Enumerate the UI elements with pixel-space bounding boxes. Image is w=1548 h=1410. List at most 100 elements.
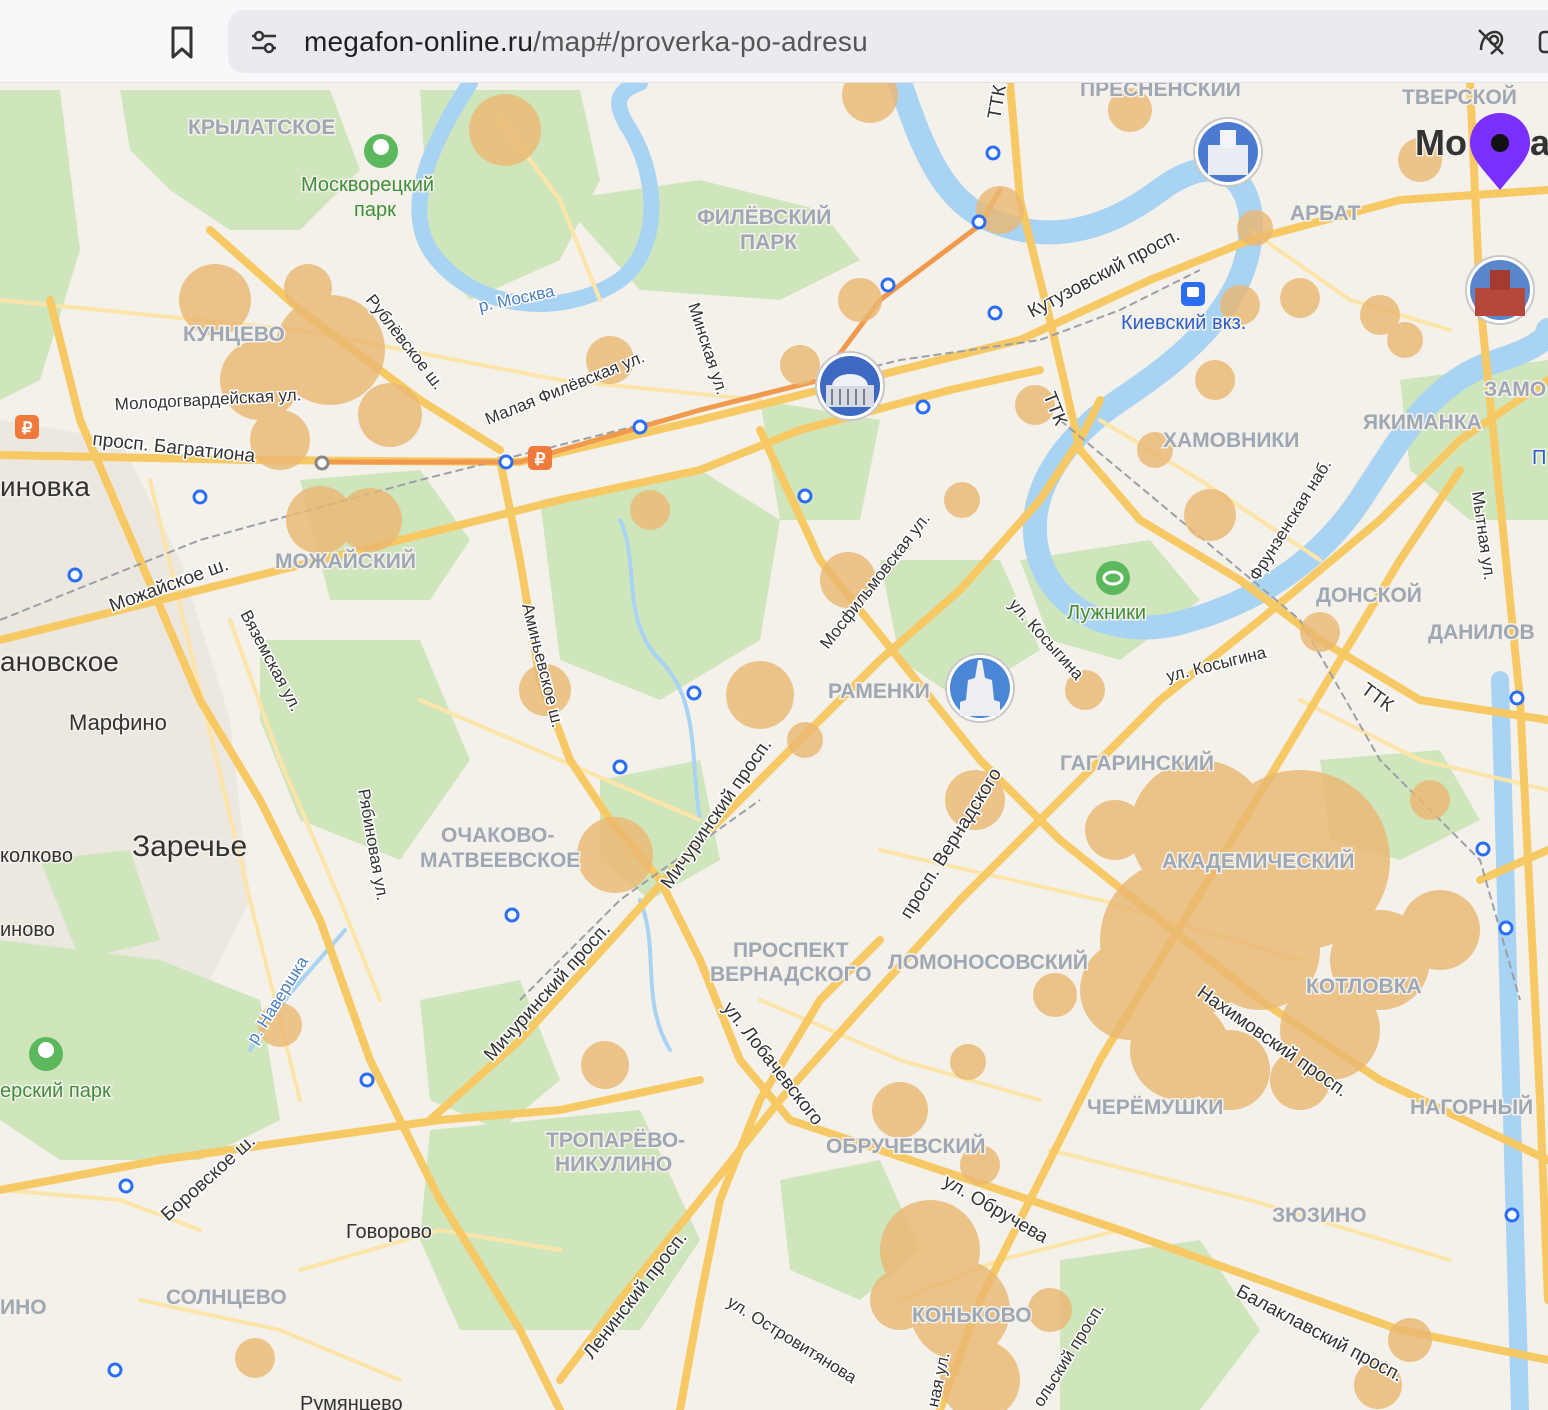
district-label: ЗЮЗИНО	[1272, 1204, 1367, 1227]
coverage-area	[1280, 278, 1320, 318]
park-label: парк	[354, 199, 396, 221]
metro-station[interactable]	[985, 145, 1001, 161]
coverage-area	[726, 661, 794, 729]
place-label: Румянцево	[300, 1393, 403, 1410]
metro-station[interactable]	[1498, 920, 1514, 936]
place-label: иновка	[0, 471, 90, 502]
metro-station[interactable]	[359, 1072, 375, 1088]
coverage-area	[1387, 322, 1423, 358]
landmark-kremlin[interactable]	[1465, 255, 1535, 325]
coverage-area	[1033, 973, 1077, 1017]
district-label: ИНО	[0, 1296, 47, 1319]
metro-station[interactable]	[915, 399, 931, 415]
coverage-area	[838, 278, 882, 322]
city-label: а	[1530, 122, 1548, 163]
url-path: /map#/proverka-po-adresu	[533, 26, 868, 57]
bookmark-icon[interactable]	[162, 22, 202, 62]
coverage-area	[358, 383, 422, 447]
rail-station-icon-glyph: ₽	[535, 450, 546, 469]
coverage-area	[787, 722, 823, 758]
district-label: ХАМОВНИКИ	[1163, 429, 1299, 452]
url-domain: megafon-online.ru	[304, 26, 534, 57]
browser-toolbar: megafon-online.ru/map#/proverka-po-adres…	[0, 0, 1548, 83]
district-label: ВЕРНАДСКОГО	[710, 963, 872, 986]
district-label: ДОНСКОЙ	[1316, 583, 1422, 607]
place-label: ановское	[0, 646, 119, 677]
metro-station[interactable]	[632, 419, 648, 435]
coverage-area	[630, 490, 670, 530]
metro-station[interactable]	[192, 489, 208, 505]
district-label: ОБРУЧЕВСКИЙ	[826, 1134, 986, 1158]
coverage-area	[1085, 800, 1145, 860]
district-label: ТВЕРСКОЙ	[1402, 85, 1517, 109]
tree-icon	[38, 1042, 54, 1058]
district-label: РАМЕНКИ	[828, 680, 930, 703]
district-label: ПРОСПЕКТ	[733, 939, 849, 962]
district-label: НАГОРНЫЙ	[1410, 1095, 1533, 1119]
district-label: ФИЛЁВСКИЙ	[697, 205, 831, 229]
metro-station[interactable]	[67, 567, 83, 583]
district-label: КОТЛОВКА	[1306, 975, 1422, 998]
district-label: ОЧАКОВО-	[441, 824, 554, 847]
city-label: Мо	[1415, 122, 1467, 163]
tracking-protection-icon[interactable]	[1473, 24, 1509, 60]
stadium-icon[interactable]	[1096, 561, 1130, 595]
district-label: МОЖАЙСКИЙ	[275, 549, 416, 573]
station-label: Киевский вкз.	[1121, 312, 1246, 334]
metro-station[interactable]	[498, 454, 514, 470]
district-label: НИКУЛИНО	[555, 1153, 672, 1176]
coverage-area	[1184, 489, 1236, 541]
place-label: колково	[0, 845, 73, 867]
place-label: инoво	[0, 919, 55, 941]
landmark-white-house[interactable]	[1193, 117, 1263, 187]
metro-station[interactable]	[1509, 690, 1525, 706]
metro-station[interactable]	[118, 1178, 134, 1194]
district-label: КРЫЛАТСКОЕ	[188, 116, 335, 139]
landmark-msu[interactable]	[945, 653, 1015, 723]
district-label: МАТВЕЕВСКОЕ	[420, 849, 580, 872]
metro-station[interactable]	[107, 1362, 123, 1378]
metro-station[interactable]	[1475, 841, 1491, 857]
coverage-area	[250, 410, 310, 470]
park-label: ерский парк	[0, 1080, 111, 1102]
rail-station-icon-glyph: ₽	[22, 419, 33, 438]
metro-station-closed[interactable]	[314, 455, 330, 471]
metro-station[interactable]	[797, 488, 813, 504]
coverage-area	[338, 488, 402, 552]
coverage-area	[1400, 890, 1480, 970]
coverage-area	[872, 1082, 928, 1138]
coverage-map[interactable]: ₽ ₽ ПРЕСНЕНСКИЙ ТВЕРСКОЙ КРЫЛАТСКОЕ ФИЛЁ…	[0, 83, 1548, 1410]
metro-station[interactable]	[1504, 1207, 1520, 1223]
metro-station[interactable]	[880, 277, 896, 293]
coverage-area	[1028, 1288, 1072, 1332]
park-label: Лужники	[1067, 602, 1146, 624]
landmark-victory-park[interactable]	[815, 351, 885, 421]
coverage-area	[220, 340, 300, 420]
district-label: ЛОМОНОСОВСКИЙ	[888, 950, 1088, 974]
coverage-area	[1410, 780, 1450, 820]
district-label: АКАДЕМИЧЕСКИЙ	[1162, 849, 1354, 873]
map-canvas[interactable]: ₽ ₽ ПРЕСНЕНСКИЙ ТВЕРСКОЙ КРЫЛАТСКОЕ ФИЛЁ…	[0, 83, 1548, 1410]
place-label: Марфино	[69, 710, 167, 735]
district-label: ДАНИЛОВ	[1428, 621, 1535, 644]
url-text: megafon-online.ru/map#/proverka-po-adres…	[304, 26, 868, 58]
coverage-area	[780, 345, 820, 385]
sidebar-icon[interactable]	[1538, 28, 1548, 56]
district-label: КОНЬКОВО	[912, 1304, 1032, 1327]
district-label: ПРЕСНЕНСКИЙ	[1080, 83, 1241, 101]
coverage-area	[950, 1044, 986, 1080]
site-settings-icon[interactable]	[248, 26, 280, 58]
address-bar[interactable]: megafon-online.ru/map#/proverka-po-adres…	[228, 10, 1548, 73]
metro-station[interactable]	[987, 305, 1003, 321]
metro-station[interactable]	[686, 685, 702, 701]
coverage-area	[1237, 210, 1273, 246]
district-label: КУНЦЕВО	[183, 323, 285, 346]
district-label: ТРОПАРЁВО-	[546, 1129, 685, 1152]
metro-station[interactable]	[504, 907, 520, 923]
coverage-area	[235, 1338, 275, 1378]
coverage-area	[1388, 1318, 1432, 1362]
metro-station[interactable]	[971, 214, 987, 230]
place-label: Заречье	[132, 830, 247, 863]
metro-station[interactable]	[612, 759, 628, 775]
coverage-area	[581, 1041, 629, 1089]
